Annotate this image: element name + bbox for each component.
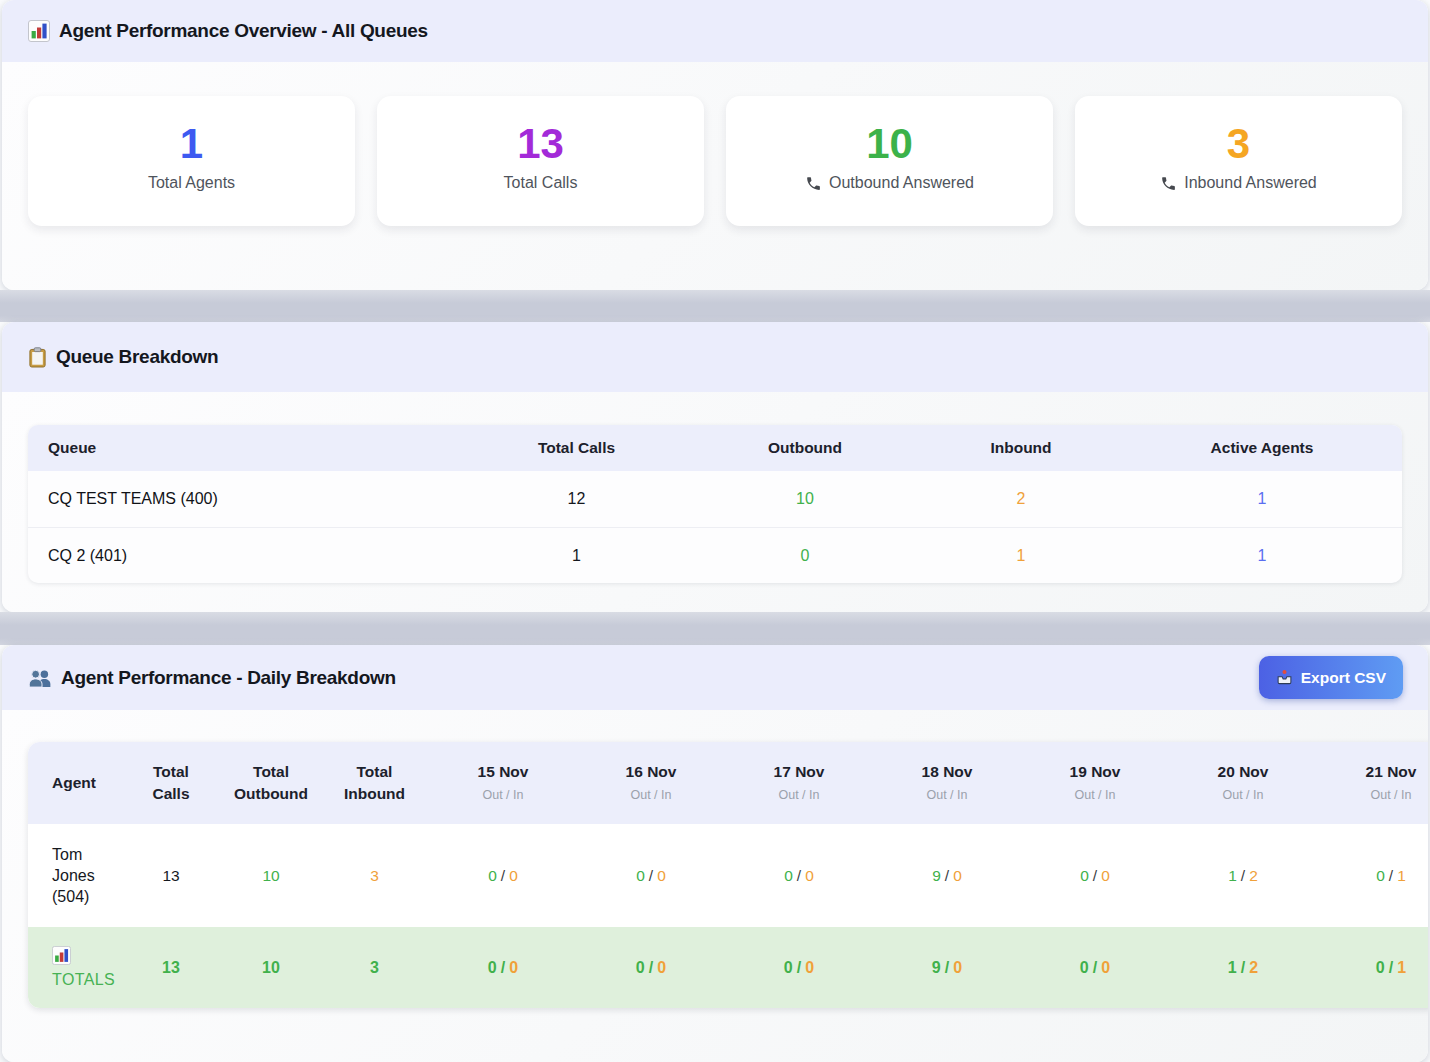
agent-day-value: 0/0 [1021, 867, 1169, 885]
col-day: 19 NovOut / In [1021, 761, 1169, 804]
agent-total-inbound: 3 [320, 867, 429, 885]
queue-breakdown-title: Queue Breakdown [56, 346, 218, 368]
totals-day-value: 0/0 [577, 959, 725, 977]
busts-icon [28, 668, 52, 688]
overview-title: Agent Performance Overview - All Queues [59, 20, 428, 42]
col-inbound: Inbound [920, 439, 1122, 457]
col-total-calls: Total Calls [120, 761, 222, 804]
total-calls-label: Total Calls [377, 174, 704, 192]
queue-name: CQ 2 (401) [28, 547, 463, 565]
totals-label: TOTALS [28, 946, 120, 989]
overview-panel: Agent Performance Overview - All Queues … [2, 0, 1428, 290]
col-day: 18 NovOut / In [873, 761, 1021, 804]
queue-total-calls: 12 [463, 490, 690, 508]
queue-table-row: CQ TEST TEAMS (400) 12 10 2 1 [28, 471, 1402, 527]
queue-breakdown-body: Queue Total Calls Outbound Inbound Activ… [2, 392, 1428, 612]
queue-total-calls: 1 [463, 547, 690, 565]
queue-table: Queue Total Calls Outbound Inbound Activ… [28, 425, 1402, 583]
agent-day-value: 0/0 [577, 867, 725, 885]
col-active-agents: Active Agents [1122, 439, 1402, 457]
agent-day-value: 9/0 [873, 867, 1021, 885]
totals-row: TOTALS 13 10 3 0/0 0/0 0/0 9/0 0/0 1/2 0… [28, 927, 1428, 1008]
queue-outbound: 0 [690, 547, 920, 565]
daily-breakdown-body: Agent Total Calls Total Outbound Total I… [2, 710, 1428, 1062]
stat-card-total-calls: 13 Total Calls [377, 96, 704, 226]
inbox-tray-icon [1276, 669, 1293, 686]
daily-table: Agent Total Calls Total Outbound Total I… [28, 742, 1428, 1008]
stat-card-inbound-answered: 3 Inbound Answered [1075, 96, 1402, 226]
agent-day-value: 0/0 [725, 867, 873, 885]
export-csv-label: Export CSV [1301, 669, 1386, 687]
totals-total-inbound: 3 [320, 959, 429, 977]
totals-total-outbound: 10 [222, 959, 320, 977]
outbound-answered-value: 10 [726, 123, 1053, 165]
queue-breakdown-panel: Queue Breakdown Queue Total Calls Outbou… [2, 322, 1428, 612]
queue-name: CQ TEST TEAMS (400) [28, 490, 463, 508]
totals-day-value: 9/0 [873, 959, 1021, 977]
daily-table-header: Agent Total Calls Total Outbound Total I… [28, 742, 1428, 824]
clipboard-icon [28, 347, 47, 368]
queue-active-agents: 1 [1122, 490, 1402, 508]
agent-day-value: 1/2 [1169, 867, 1317, 885]
agent-day-value: 0/1 [1317, 867, 1428, 885]
bar-chart-icon [28, 20, 50, 42]
inbound-answered-value: 3 [1075, 123, 1402, 165]
overview-body: 1 Total Agents 13 Total Calls 10 Outboun… [2, 62, 1428, 290]
stat-card-total-agents: 1 Total Agents [28, 96, 355, 226]
section-gap [0, 612, 1430, 645]
total-agents-value: 1 [28, 123, 355, 165]
totals-day-value: 0/0 [725, 959, 873, 977]
section-gap [0, 290, 1430, 322]
queue-inbound: 2 [920, 490, 1122, 508]
col-total-outbound: Total Outbound [222, 761, 320, 804]
phone-icon [1160, 175, 1177, 192]
bar-chart-icon [52, 946, 71, 965]
agent-total-outbound: 10 [222, 867, 320, 885]
totals-day-value: 0/1 [1317, 959, 1428, 977]
inbound-answered-label: Inbound Answered [1184, 174, 1317, 192]
total-calls-value: 13 [377, 123, 704, 165]
col-day: 16 NovOut / In [577, 761, 725, 804]
totals-day-value: 0/0 [429, 959, 577, 977]
col-day: 20 NovOut / In [1169, 761, 1317, 804]
daily-breakdown-header: Agent Performance - Daily Breakdown Expo… [2, 645, 1428, 710]
totals-day-value: 1/2 [1169, 959, 1317, 977]
col-outbound: Outbound [690, 439, 920, 457]
agent-day-value: 0/0 [429, 867, 577, 885]
daily-breakdown-title: Agent Performance - Daily Breakdown [61, 667, 396, 689]
col-total-inbound: Total Inbound [320, 761, 429, 804]
queue-inbound: 1 [920, 547, 1122, 565]
queue-active-agents: 1 [1122, 547, 1402, 565]
col-queue: Queue [28, 439, 463, 457]
export-csv-button[interactable]: Export CSV [1259, 656, 1403, 699]
queue-breakdown-header: Queue Breakdown [2, 322, 1428, 392]
overview-header: Agent Performance Overview - All Queues [2, 0, 1428, 62]
col-day: 15 NovOut / In [429, 761, 577, 804]
queue-outbound: 10 [690, 490, 920, 508]
outbound-answered-label: Outbound Answered [829, 174, 974, 192]
totals-day-value: 0/0 [1021, 959, 1169, 977]
agent-name: Tom Jones (504) [28, 844, 120, 907]
agent-total-calls: 13 [120, 867, 222, 885]
queue-table-row: CQ 2 (401) 1 0 1 1 [28, 527, 1402, 583]
daily-breakdown-panel: Agent Performance - Daily Breakdown Expo… [2, 645, 1428, 1062]
col-day: 17 NovOut / In [725, 761, 873, 804]
col-agent: Agent [28, 772, 120, 794]
agent-row: Tom Jones (504) 13 10 3 0/0 0/0 0/0 9/0 … [28, 824, 1428, 927]
queue-table-header: Queue Total Calls Outbound Inbound Activ… [28, 425, 1402, 471]
col-total-calls: Total Calls [463, 439, 690, 457]
stat-card-outbound-answered: 10 Outbound Answered [726, 96, 1053, 226]
phone-icon [805, 175, 822, 192]
col-day: 21 NovOut / In [1317, 761, 1428, 804]
totals-total-calls: 13 [120, 959, 222, 977]
total-agents-label: Total Agents [28, 174, 355, 192]
